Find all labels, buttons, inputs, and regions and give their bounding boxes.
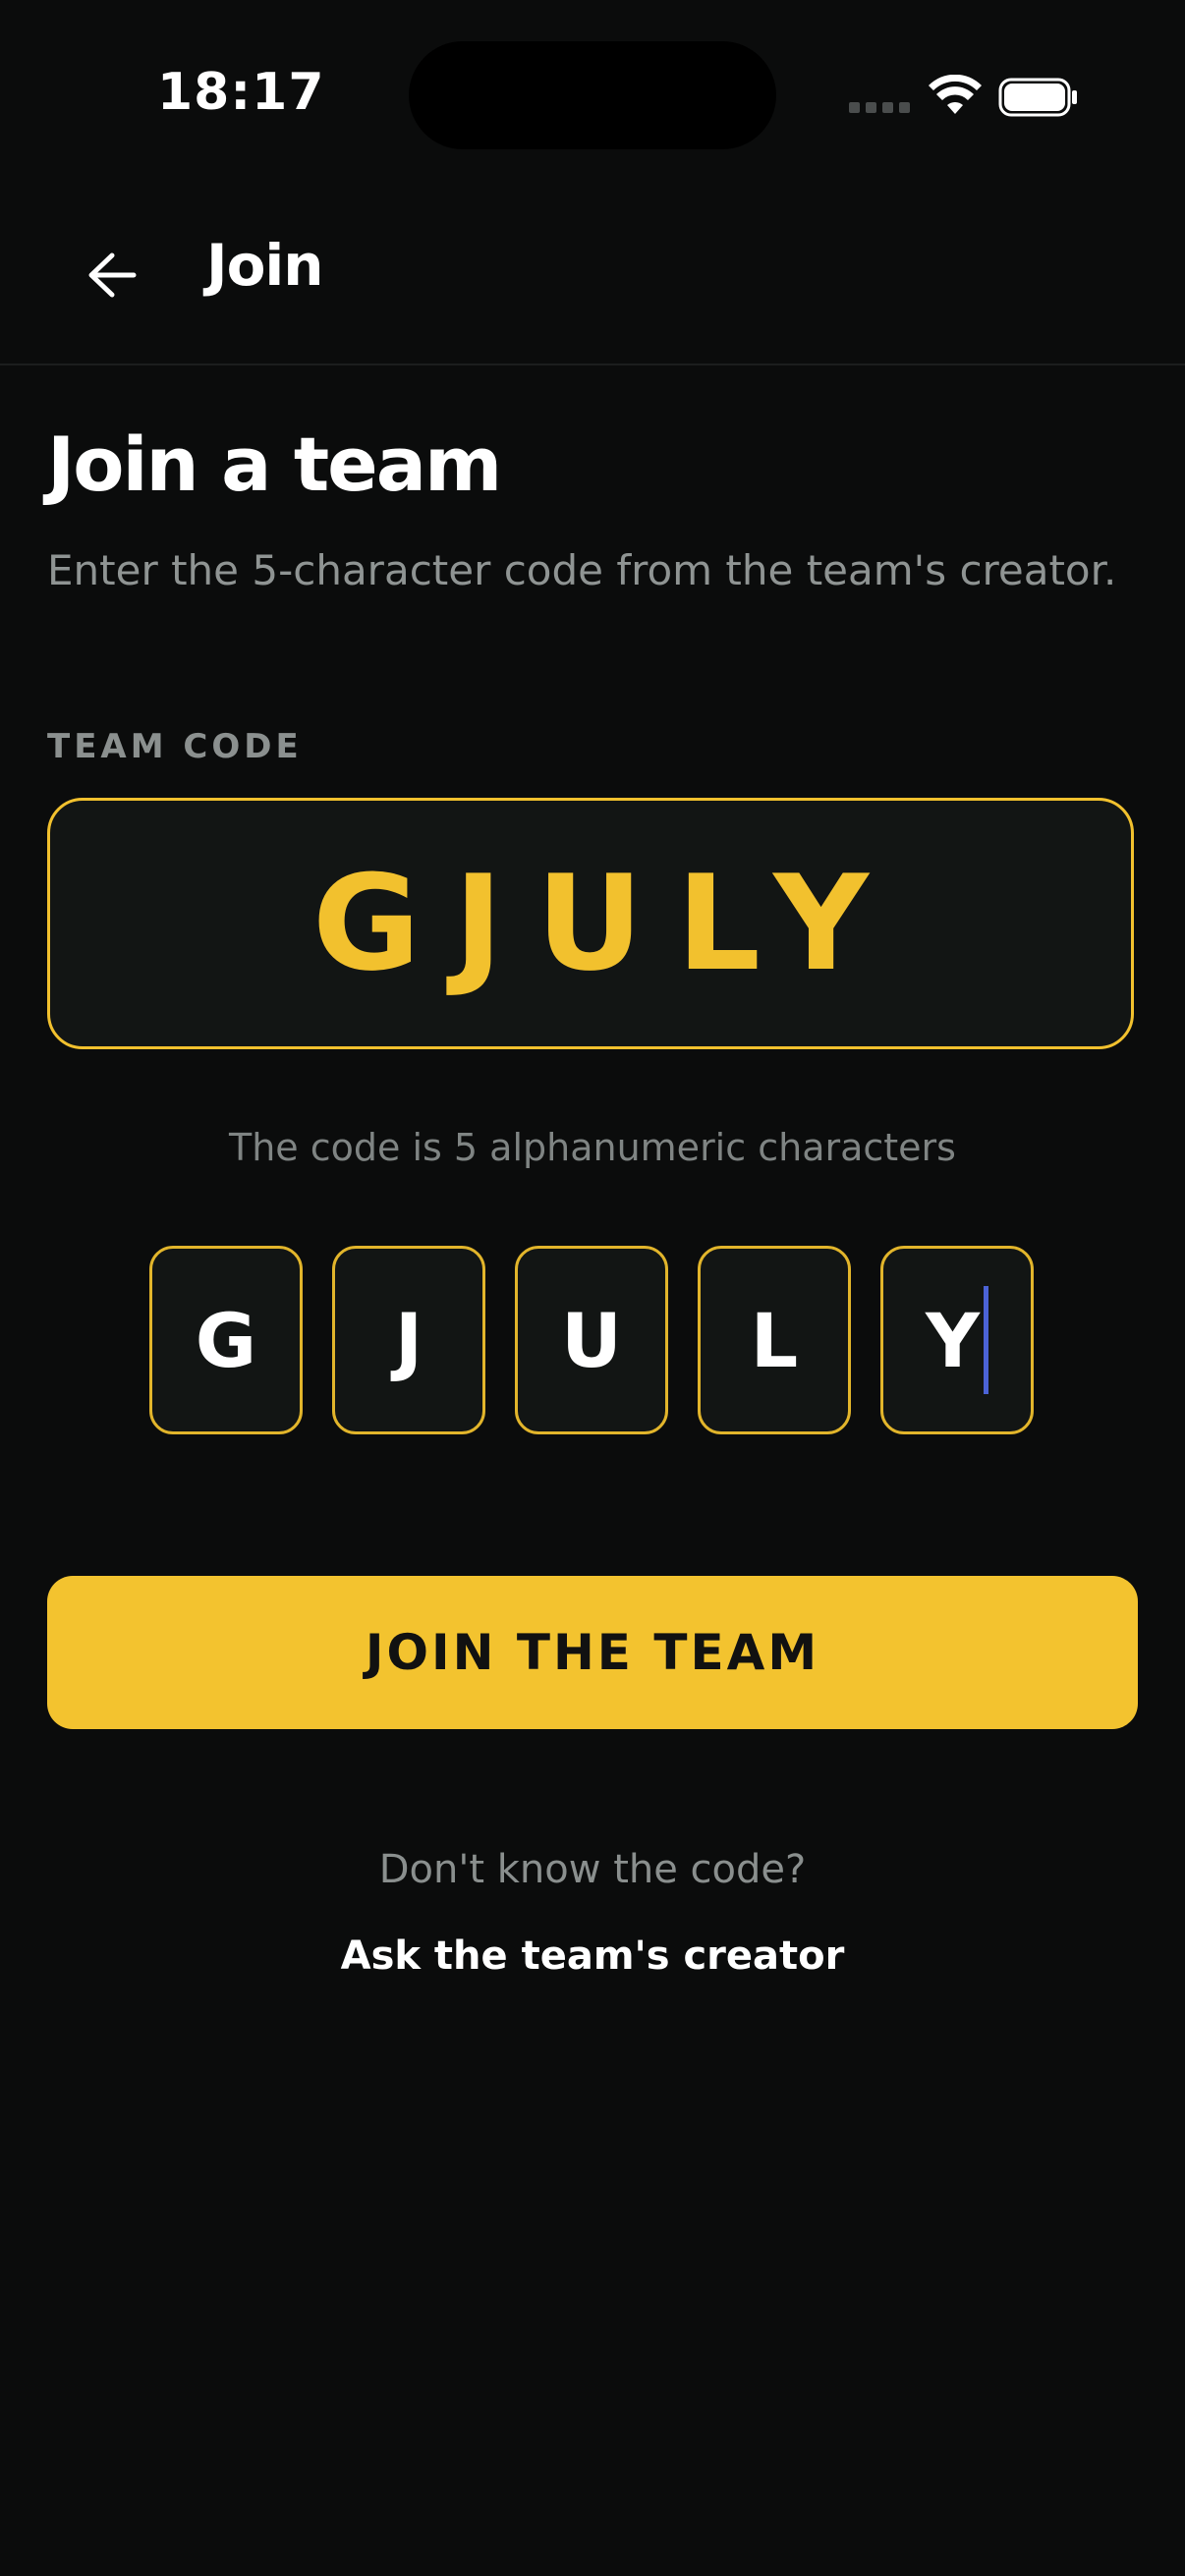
text-caret bbox=[984, 1286, 989, 1394]
code-char: U bbox=[561, 1296, 622, 1384]
signal-icon bbox=[849, 102, 910, 113]
code-char: Y bbox=[925, 1296, 981, 1384]
status-time: 18:17 bbox=[157, 63, 325, 122]
arrow-left-icon bbox=[88, 252, 137, 298]
header-title: Join bbox=[206, 232, 324, 299]
code-char-box-2[interactable]: J bbox=[332, 1246, 485, 1434]
back-button[interactable] bbox=[69, 236, 155, 314]
code-char-box-5[interactable]: Y bbox=[880, 1246, 1034, 1434]
page-subtitle: Enter the 5-character code from the team… bbox=[47, 546, 1117, 594]
code-char-box-1[interactable]: G bbox=[149, 1246, 303, 1434]
code-character-boxes: G J U L Y bbox=[149, 1246, 1034, 1434]
join-team-button[interactable]: JOIN THE TEAM bbox=[47, 1576, 1138, 1729]
code-hint: The code is 5 alphanumeric characters bbox=[229, 1126, 956, 1169]
code-char: L bbox=[750, 1296, 799, 1384]
code-char: G bbox=[195, 1296, 257, 1384]
code-char-box-4[interactable]: L bbox=[698, 1246, 851, 1434]
code-char: J bbox=[394, 1296, 423, 1384]
wifi-icon bbox=[929, 75, 982, 114]
footer-question: Don't know the code? bbox=[378, 1847, 807, 1892]
app-header: Join bbox=[0, 196, 1185, 365]
team-code-input[interactable]: GJULY bbox=[47, 798, 1134, 1049]
page-title: Join a team bbox=[47, 420, 502, 508]
dynamic-island bbox=[409, 41, 776, 149]
join-team-screen: 18:17 Join Join a team Enter the 5-chara… bbox=[0, 0, 1185, 2576]
battery-icon bbox=[998, 78, 1077, 117]
team-code-label: TEAM CODE bbox=[47, 727, 303, 766]
ask-creator-link[interactable]: Ask the team's creator bbox=[0, 1933, 1185, 1979]
code-char-box-3[interactable]: U bbox=[515, 1246, 668, 1434]
